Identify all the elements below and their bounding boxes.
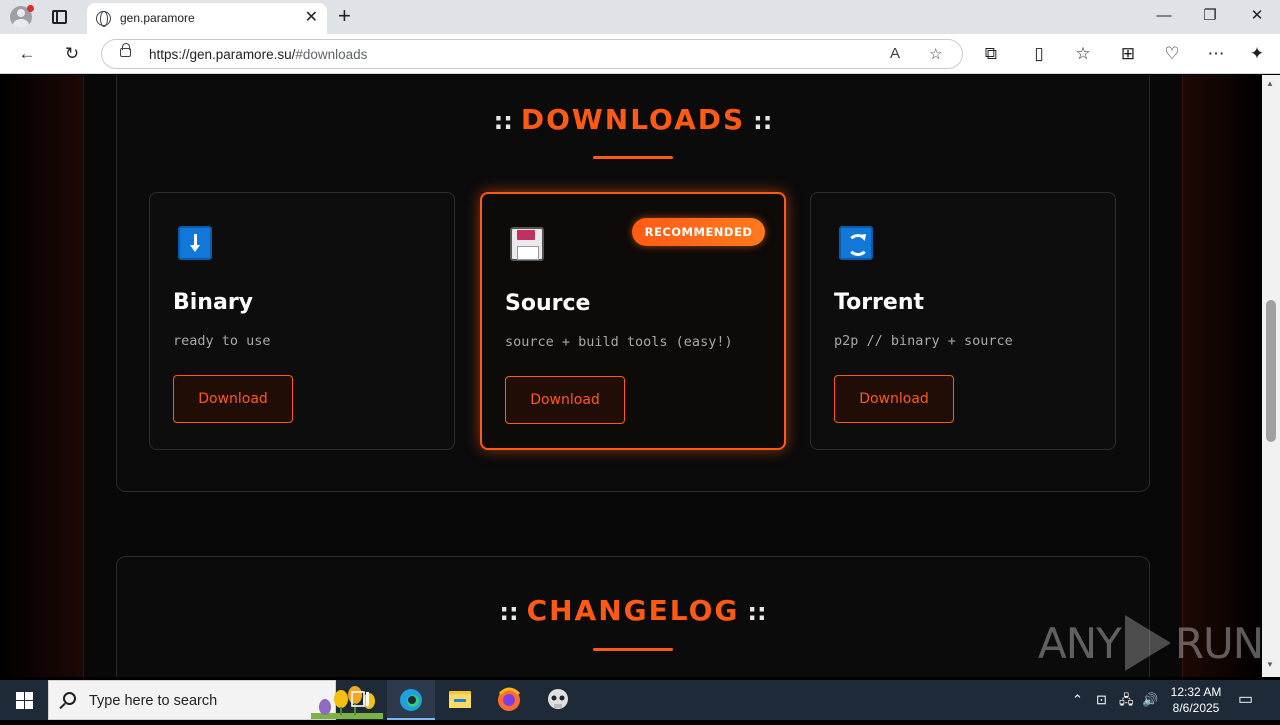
- address-bar[interactable]: https://gen.paramore.su/#downloads A ☆: [101, 39, 963, 69]
- tab-close-icon[interactable]: ✕: [305, 9, 318, 27]
- app-skull-icon[interactable]: [534, 680, 582, 720]
- file-explorer-icon[interactable]: [436, 680, 484, 720]
- floppy-disk-icon: [510, 227, 544, 261]
- reload-icon[interactable]: ↻: [60, 42, 84, 66]
- search-placeholder: Type here to search: [89, 693, 218, 709]
- copilot-icon[interactable]: ✦: [1245, 42, 1269, 66]
- firefox-icon[interactable]: [485, 680, 533, 720]
- windows-logo-icon: [16, 692, 24, 700]
- url-text[interactable]: https://gen.paramore.su/#downloads: [149, 47, 367, 62]
- watermark-right-text: RUN: [1174, 618, 1262, 668]
- changelog-section: :: CHANGELOG::: [116, 556, 1150, 677]
- collections-icon[interactable]: ⊞: [1116, 42, 1140, 66]
- scroll-thumb[interactable]: [1266, 300, 1276, 442]
- download-binary-button[interactable]: Download: [173, 375, 293, 423]
- clock-time: 12:32 AM: [1170, 685, 1222, 699]
- changelog-heading: :: CHANGELOG::: [117, 594, 1149, 627]
- heading-deco-right: ::: [747, 598, 767, 626]
- download-torrent-button[interactable]: Download: [834, 375, 954, 423]
- device-status-icon[interactable]: ⊡: [1096, 680, 1107, 720]
- card-description: source + build tools (easy!): [505, 334, 733, 350]
- search-icon: [63, 692, 76, 705]
- heading-deco-right: ::: [753, 107, 773, 135]
- tab-actions-icon[interactable]: [52, 10, 67, 24]
- page-viewport: :: DOWNLOADS:: Binary ready to use Downlo…: [0, 75, 1262, 677]
- page-scrollbar[interactable]: ▲ ▼: [1262, 75, 1280, 677]
- browser-titlebar: gen.paramore ✕ + — ❐ ✕: [0, 0, 1280, 34]
- changelog-title: CHANGELOG: [526, 594, 740, 627]
- favorite-star-icon[interactable]: ☆: [929, 45, 942, 63]
- download-card-source: RECOMMENDED Source source + build tools …: [480, 192, 786, 450]
- browser-tab[interactable]: gen.paramore ✕: [87, 3, 327, 34]
- downloads-heading: :: DOWNLOADS::: [117, 103, 1149, 136]
- volume-icon[interactable]: 🔊: [1142, 680, 1158, 720]
- play-triangle-icon: [1124, 615, 1171, 671]
- notification-dot: [27, 5, 34, 12]
- watermark-left-text: ANY: [1038, 618, 1122, 668]
- card-title: Source: [505, 291, 591, 316]
- scroll-down-icon[interactable]: ▼: [1266, 660, 1274, 669]
- network-icon[interactable]: 🖧: [1119, 680, 1134, 720]
- restore-button[interactable]: ❐: [1187, 6, 1233, 26]
- favorites-icon[interactable]: ☆: [1071, 42, 1095, 66]
- taskbar-clock[interactable]: 12:32 AM 8/6/2025: [1160, 684, 1232, 716]
- heading-deco-left: ::: [499, 598, 519, 626]
- task-view-icon[interactable]: [336, 680, 384, 720]
- minimize-button[interactable]: —: [1141, 6, 1187, 26]
- download-card-binary: Binary ready to use Download: [149, 192, 455, 450]
- back-arrow-icon[interactable]: ←: [15, 42, 39, 66]
- taskbar-search-input[interactable]: Type here to search: [48, 680, 383, 720]
- heading-underline: [593, 648, 673, 651]
- windows-logo-pane: [16, 701, 24, 709]
- left-border-decoration: [0, 75, 84, 677]
- lock-icon[interactable]: [120, 43, 131, 57]
- card-description: ready to use: [173, 333, 271, 349]
- card-title: Torrent: [834, 290, 924, 315]
- windows-taskbar: Type here to search ⌃ ⊡ 🖧 🔊 12:32 AM 8/6…: [0, 680, 1280, 720]
- refresh-icon: [839, 226, 873, 260]
- windows-logo-pane: [25, 692, 33, 700]
- new-tab-button[interactable]: +: [338, 4, 351, 28]
- clock-date: 8/6/2025: [1172, 701, 1220, 715]
- card-description: p2p // binary + source: [834, 333, 1013, 349]
- split-screen-icon[interactable]: ▯: [1027, 42, 1051, 66]
- heading-deco-left: ::: [493, 107, 513, 135]
- browser-essentials-icon[interactable]: ♡: [1160, 42, 1184, 66]
- globe-icon: [96, 11, 111, 27]
- more-menu-icon[interactable]: ⋯: [1204, 42, 1228, 66]
- right-border-decoration: [1182, 75, 1262, 677]
- downloads-title: DOWNLOADS: [520, 103, 746, 136]
- recommended-badge: RECOMMENDED: [632, 218, 765, 246]
- download-card-torrent: Torrent p2p // binary + source Download: [810, 192, 1116, 450]
- downloads-section: :: DOWNLOADS:: Binary ready to use Downlo…: [116, 75, 1150, 492]
- scroll-up-icon[interactable]: ▲: [1266, 79, 1274, 88]
- download-arrow-icon: [178, 226, 212, 260]
- tab-title: gen.paramore: [120, 11, 195, 25]
- notification-center-icon[interactable]: ▭: [1238, 680, 1253, 720]
- edge-browser-icon[interactable]: [387, 680, 435, 720]
- windows-logo-pane: [25, 701, 33, 709]
- show-hidden-icons-chevron-icon[interactable]: ⌃: [1072, 680, 1083, 720]
- read-aloud-icon[interactable]: A: [890, 45, 900, 62]
- heading-underline: [593, 156, 673, 159]
- browser-toolbar: ← ↻ https://gen.paramore.su/#downloads A…: [0, 34, 1280, 74]
- extensions-icon[interactable]: ⧉: [979, 42, 1003, 66]
- anyrun-watermark: ANY RUN: [1038, 610, 1262, 676]
- card-title: Binary: [173, 290, 254, 315]
- download-source-button[interactable]: Download: [505, 376, 625, 424]
- close-window-button[interactable]: ✕: [1234, 6, 1280, 26]
- start-button[interactable]: [0, 680, 48, 720]
